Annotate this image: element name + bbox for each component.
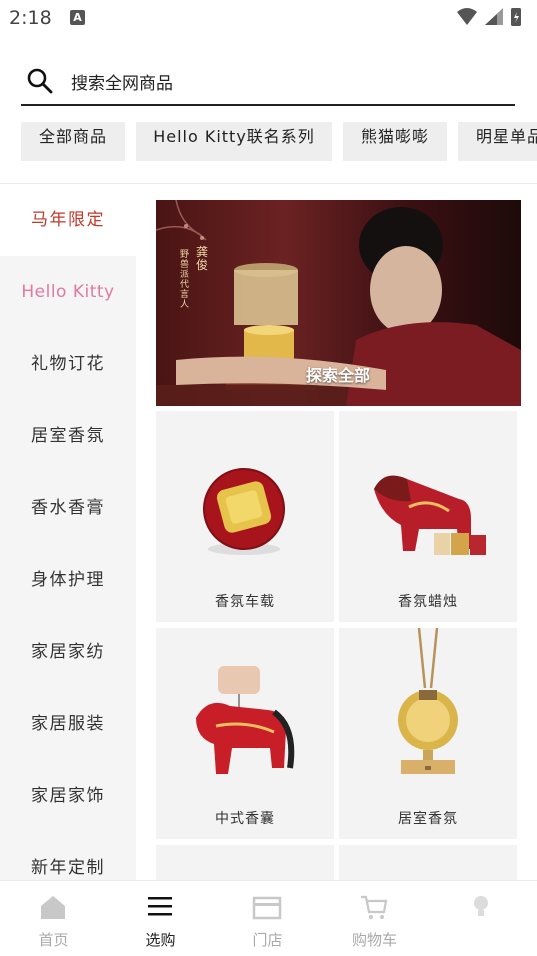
notification-badge: A xyxy=(70,10,85,25)
search-bar[interactable]: 搜索全网商品 xyxy=(21,58,515,106)
product-card-partial[interactable] xyxy=(339,845,517,880)
banner-name: 龚俊 xyxy=(196,245,209,272)
product-card-sachet[interactable]: 中式香囊 xyxy=(156,628,334,839)
sidebar-item-body-care[interactable]: 身体护理 xyxy=(0,544,136,616)
product-card-partial[interactable] xyxy=(156,845,334,880)
store-icon xyxy=(252,896,282,920)
product-card-car-fragrance[interactable]: 香氛车载 xyxy=(156,411,334,622)
wifi-icon xyxy=(457,8,477,25)
cart-icon xyxy=(361,895,388,919)
category-sidebar: 马年限定 Hello Kitty 礼物订花 居室香氛 香水香膏 身体护理 家居家… xyxy=(0,184,136,880)
sidebar-item-home-decor[interactable]: 家居家饰 xyxy=(0,760,136,832)
nav-shop[interactable]: 选购 xyxy=(107,881,214,956)
sidebar-item-homewear[interactable]: 家居服装 xyxy=(0,688,136,760)
nav-store[interactable]: 门店 xyxy=(214,881,321,956)
nav-profile[interactable] xyxy=(428,881,535,956)
nav-cart[interactable]: 购物车 xyxy=(321,881,428,956)
product-label: 中式香囊 xyxy=(215,811,275,827)
chip-panda[interactable]: 熊猫嘭嘭 xyxy=(343,122,447,161)
home-icon xyxy=(41,896,65,919)
search-input[interactable]: 搜索全网商品 xyxy=(71,69,173,94)
nav-label: 门店 xyxy=(252,931,283,949)
promo-banner[interactable]: 野兽派代言人 龚俊 探索全部 xyxy=(156,200,521,406)
product-card-home-fragrance[interactable]: 居室香氛 xyxy=(339,628,517,839)
chip-all-products[interactable]: 全部商品 xyxy=(21,122,125,161)
nav-home[interactable]: 首页 xyxy=(0,881,107,956)
sidebar-item-perfume[interactable]: 香水香膏 xyxy=(0,472,136,544)
search-icon xyxy=(27,68,53,94)
product-card-candle[interactable]: 香氛蜡烛 xyxy=(339,411,517,622)
status-icons xyxy=(457,8,521,26)
nav-label: 选购 xyxy=(145,931,176,949)
banner-subtitle: 野兽派代言人 xyxy=(180,250,190,310)
chip-hello-kitty[interactable]: Hello Kitty联名系列 xyxy=(136,122,332,161)
sidebar-item-home-fragrance[interactable]: 居室香氛 xyxy=(0,400,136,472)
nav-label: 购物车 xyxy=(351,931,397,949)
category-chips: 全部商品 Hello Kitty联名系列 熊猫嘭嘭 明星单品 xyxy=(0,122,537,162)
sidebar-item-home-textiles[interactable]: 家居家纺 xyxy=(0,616,136,688)
explore-all-button[interactable]: 探索全部 xyxy=(306,362,370,386)
status-time: 2:18 xyxy=(9,7,52,29)
product-label: 香氛车载 xyxy=(215,594,275,610)
product-label: 居室香氛 xyxy=(398,811,458,827)
sidebar-item-hello-kitty[interactable]: Hello Kitty xyxy=(0,256,136,328)
menu-icon xyxy=(148,897,172,916)
sidebar-item-horse-year[interactable]: 马年限定 xyxy=(0,184,136,256)
lightbulb-icon xyxy=(474,896,488,916)
product-label: 香氛蜡烛 xyxy=(398,594,458,610)
bottom-navigation: 首页 选购 门店 购物车 xyxy=(0,880,537,956)
chip-star-items[interactable]: 明星单品 xyxy=(458,122,537,161)
sidebar-item-gift-flowers[interactable]: 礼物订花 xyxy=(0,328,136,400)
status-bar: 2:18 A xyxy=(0,0,537,36)
nav-label: 首页 xyxy=(38,931,69,949)
